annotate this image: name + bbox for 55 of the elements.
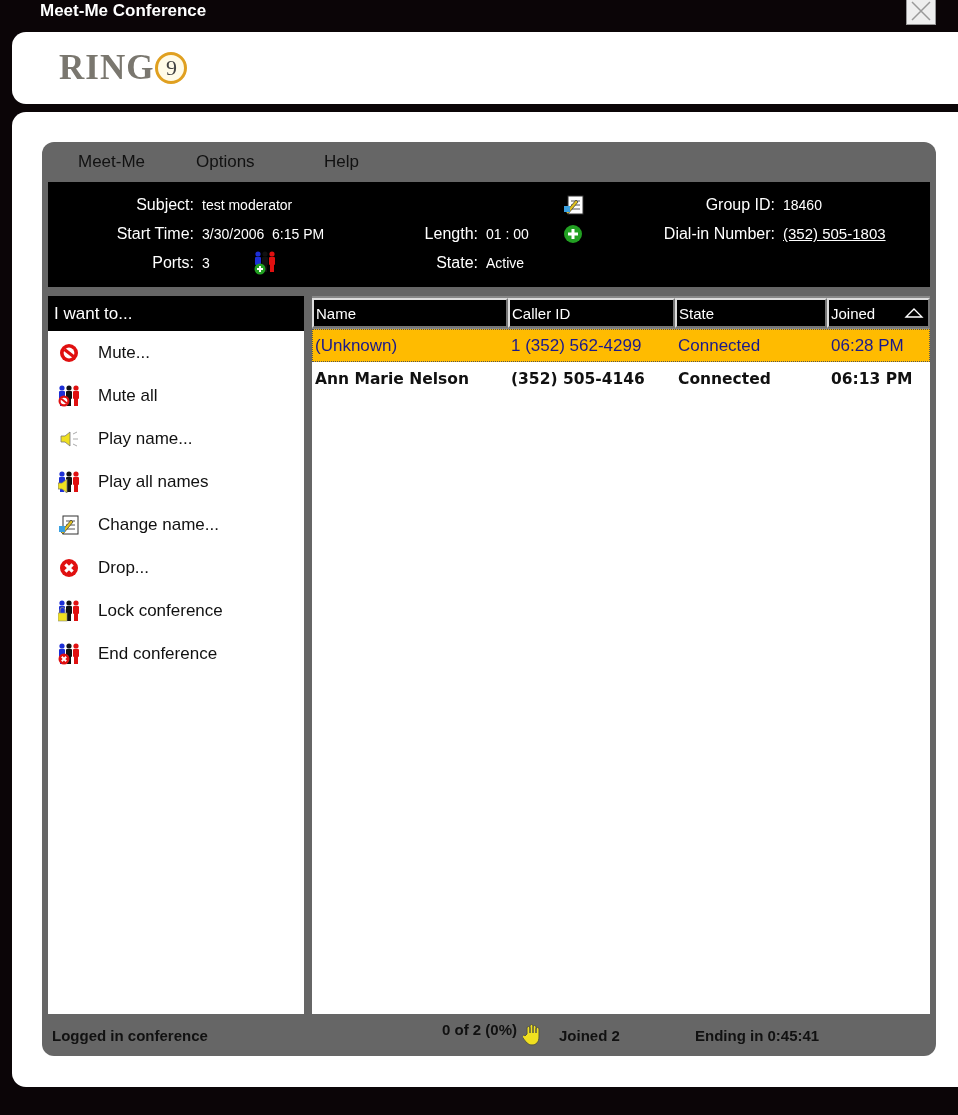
- sort-arrow-icon: [904, 307, 924, 319]
- table-cell-text: 06:28 PM: [830, 335, 905, 356]
- add-icon[interactable]: [563, 223, 583, 244]
- table-cell-text: 06:13 PM: [830, 369, 914, 388]
- field-label: Group ID:: [705, 195, 775, 214]
- people-no-entry-icon: [58, 384, 82, 407]
- window-title: Meet-Me Conference: [40, 1, 207, 21]
- ports-value: 3: [201, 254, 210, 271]
- table-cell-text: Connected: [677, 369, 772, 388]
- people-speaker-icon: [58, 470, 82, 493]
- action-link[interactable]: Drop...: [98, 557, 150, 578]
- start-time-value: 3/30/2006 6:15 PM: [201, 225, 326, 242]
- action-link[interactable]: Play all names: [98, 471, 209, 492]
- dial-in-number-link[interactable]: (352) 505-1803: [775, 225, 930, 242]
- subject-value: test moderator: [201, 196, 294, 213]
- logo-text: RING: [59, 48, 155, 88]
- progress-text: 0 of 2 (0%): [442, 1020, 517, 1038]
- table-row[interactable]: Ann Marie Nelson (352) 505-4146 Connected 06:13 PM: [312, 362, 930, 395]
- action-link[interactable]: Play name...: [98, 428, 193, 449]
- field-label: Start Time:: [116, 224, 194, 243]
- column-header[interactable]: Joined: [827, 298, 930, 328]
- state-value: Active: [485, 254, 526, 271]
- people-lock-icon: [58, 599, 82, 622]
- action-link[interactable]: Lock conference: [98, 600, 223, 621]
- table-cell-text: Ann Marie Nelson: [314, 369, 470, 388]
- table-cell-text: (352) 505-4146: [510, 369, 646, 388]
- field-label: Length:: [424, 224, 478, 243]
- action-link[interactable]: Mute all: [98, 385, 158, 406]
- group-id-value: 18460: [782, 196, 823, 213]
- add-people-icon[interactable]: [253, 250, 278, 275]
- column-header[interactable]: State: [675, 298, 827, 328]
- ending-countdown: Ending in 0:45:41: [695, 1026, 820, 1044]
- field-label: Ports:: [152, 253, 194, 272]
- field-label: State:: [436, 253, 478, 272]
- table-cell-text: (Unknown): [314, 335, 399, 356]
- status-message: Logged in conference: [52, 1026, 209, 1044]
- column-header[interactable]: Name: [312, 298, 508, 328]
- field-label: Dial-in Number:: [663, 224, 775, 243]
- field-label: Subject:: [136, 195, 194, 214]
- action-link[interactable]: Change name...: [98, 514, 219, 535]
- logo-badge: 9: [155, 52, 188, 84]
- action-link[interactable]: Mute...: [98, 342, 150, 363]
- document-edit-icon[interactable]: [563, 193, 585, 216]
- table-cell-text: 1 (352) 562-4299: [510, 335, 643, 356]
- close-icon: [910, 0, 932, 21]
- joined-count: Joined 2: [559, 1026, 621, 1044]
- hand-icon: [523, 1024, 543, 1046]
- column-header[interactable]: Caller ID: [508, 298, 675, 328]
- people-x-circle-icon: [58, 642, 82, 665]
- length-value: 01 : 00: [485, 225, 530, 242]
- table-cell-text: Connected: [677, 335, 762, 356]
- document-edit-icon: [58, 513, 82, 536]
- action-link[interactable]: End conference: [98, 643, 218, 664]
- table-row[interactable]: (Unknown) 1 (352) 562-4299 Connected 06:28 PM: [312, 329, 930, 362]
- actions-header: I want to...: [48, 296, 304, 331]
